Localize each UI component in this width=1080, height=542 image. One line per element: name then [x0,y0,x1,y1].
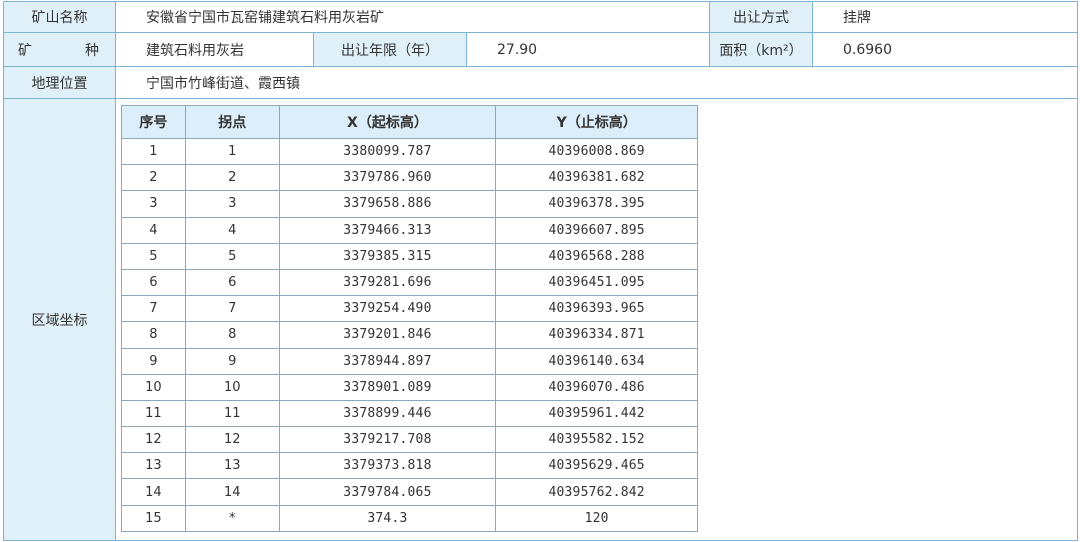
transfer-method-value: 挂牌 [812,1,1078,33]
table-row: 5 5 3379385.315 40396568.288 [121,242,698,270]
cell-x: 3378899.446 [278,399,497,428]
coordinates-header-row: 序号 拐点 X（起标高） Y（止标高） [121,105,698,139]
cell-y: 40396451.095 [495,268,698,297]
location-label: 地理位置 [3,66,116,99]
location-value: 宁国市竹峰街道、霞西镇 [115,66,1078,99]
cell-corner-point: 6 [184,268,280,297]
mine-name-value: 安徽省宁国市瓦窑铺建筑石料用灰岩矿 [115,1,710,33]
cell-y: 40396378.395 [495,190,698,218]
term-value: 27.90 [466,32,710,67]
table-row: 1 1 3380099.787 40396008.869 [121,137,698,166]
table-row: 13 13 3379373.818 40395629.465 [121,452,698,480]
table-row: 15 * 374.3 120 [121,504,698,532]
cell-y: 40396381.682 [495,164,698,192]
cell-corner-point: 9 [184,347,280,375]
header-index: 序号 [121,105,186,139]
cell-x: 3379658.886 [278,190,497,218]
cell-index: 12 [121,426,186,454]
table-row: 4 4 3379466.313 40396607.895 [121,216,698,244]
table-row: 7 7 3379254.490 40396393.965 [121,295,698,323]
header-y: Y（止标高） [495,105,698,139]
mine-info-table: 矿山名称 安徽省宁国市瓦窑铺建筑石料用灰岩矿 出让方式 挂牌 矿 种 建筑石料用… [0,0,1080,542]
cell-index: 7 [121,295,186,323]
cell-index: 5 [121,242,186,270]
cell-y: 120 [495,504,698,532]
cell-y: 40396393.965 [495,295,698,323]
cell-index: 8 [121,321,186,349]
cell-corner-point: * [184,504,280,532]
cell-x: 3379373.818 [278,452,497,480]
cell-index: 11 [121,399,186,428]
cell-y: 40395582.152 [495,426,698,454]
table-row: 2 2 3379786.960 40396381.682 [121,164,698,192]
table-row: 3 3 3379658.886 40396378.395 [121,190,698,218]
cell-index: 3 [121,190,186,218]
cell-x: 3379281.696 [278,268,497,297]
cell-index: 14 [121,478,186,506]
coordinates-table: 序号 拐点 X（起标高） Y（止标高） 1 1 3380099.787 4039600… [121,105,698,532]
cell-index: 15 [121,504,186,532]
mineral-label-left: 矿 [18,42,32,59]
cell-y: 40396070.486 [495,373,698,401]
cell-corner-point: 5 [184,242,280,270]
cell-y: 40396140.634 [495,347,698,375]
coordinates-body: 1 1 3380099.787 40396008.869 2 2 3379786.960 40… [121,137,698,532]
table-row: 6 6 3379281.696 40396451.095 [121,268,698,297]
cell-x: 3379217.708 [278,426,497,454]
cell-corner-point: 10 [184,373,280,401]
cell-corner-point: 11 [184,399,280,428]
term-label: 出让年限（年） [313,32,467,67]
cell-x: 3379254.490 [278,295,497,323]
mineral-label-right: 种 [85,42,99,59]
cell-corner-point: 3 [184,190,280,218]
cell-corner-point: 4 [184,216,280,244]
mineral-type-value: 建筑石料用灰岩 [115,32,314,67]
table-row: 8 8 3379201.846 40396334.871 [121,321,698,349]
cell-corner-point: 2 [184,164,280,192]
header-corner-point: 拐点 [184,105,280,139]
cell-x: 3378944.897 [278,347,497,375]
header-x: X（起标高） [278,105,497,139]
cell-corner-point: 1 [184,137,280,166]
transfer-method-label: 出让方式 [709,1,813,33]
region-coords-label: 区域坐标 [3,98,116,541]
cell-y: 40396008.869 [495,137,698,166]
mineral-type-label: 矿 种 [3,32,116,67]
table-row: 12 12 3379217.708 40395582.152 [121,426,698,454]
cell-index: 1 [121,137,186,166]
cell-index: 13 [121,452,186,480]
cell-x: 374.3 [278,504,497,532]
cell-x: 3379385.315 [278,242,497,270]
cell-x: 3379786.960 [278,164,497,192]
cell-corner-point: 8 [184,321,280,349]
cell-x: 3379784.065 [278,478,497,506]
cell-y: 40395629.465 [495,452,698,480]
cell-corner-point: 7 [184,295,280,323]
cell-corner-point: 12 [184,426,280,454]
cell-x: 3378901.089 [278,373,497,401]
table-row: 11 11 3378899.446 40395961.442 [121,399,698,428]
cell-x: 3380099.787 [278,137,497,166]
cell-y: 40396607.895 [495,216,698,244]
cell-index: 4 [121,216,186,244]
area-label: 面积（km²） [709,32,813,67]
cell-y: 40396334.871 [495,321,698,349]
cell-index: 6 [121,268,186,297]
cell-x: 3379466.313 [278,216,497,244]
mine-name-label: 矿山名称 [3,1,116,33]
cell-y: 40396568.288 [495,242,698,270]
area-value: 0.6960 [812,32,1078,67]
table-row: 14 14 3379784.065 40395762.842 [121,478,698,506]
cell-index: 9 [121,347,186,375]
cell-corner-point: 14 [184,478,280,506]
cell-y: 40395961.442 [495,399,698,428]
cell-x: 3379201.846 [278,321,497,349]
cell-corner-point: 13 [184,452,280,480]
table-row: 9 9 3378944.897 40396140.634 [121,347,698,375]
table-row: 10 10 3378901.089 40396070.486 [121,373,698,401]
cell-index: 10 [121,373,186,401]
cell-index: 2 [121,164,186,192]
cell-y: 40395762.842 [495,478,698,506]
